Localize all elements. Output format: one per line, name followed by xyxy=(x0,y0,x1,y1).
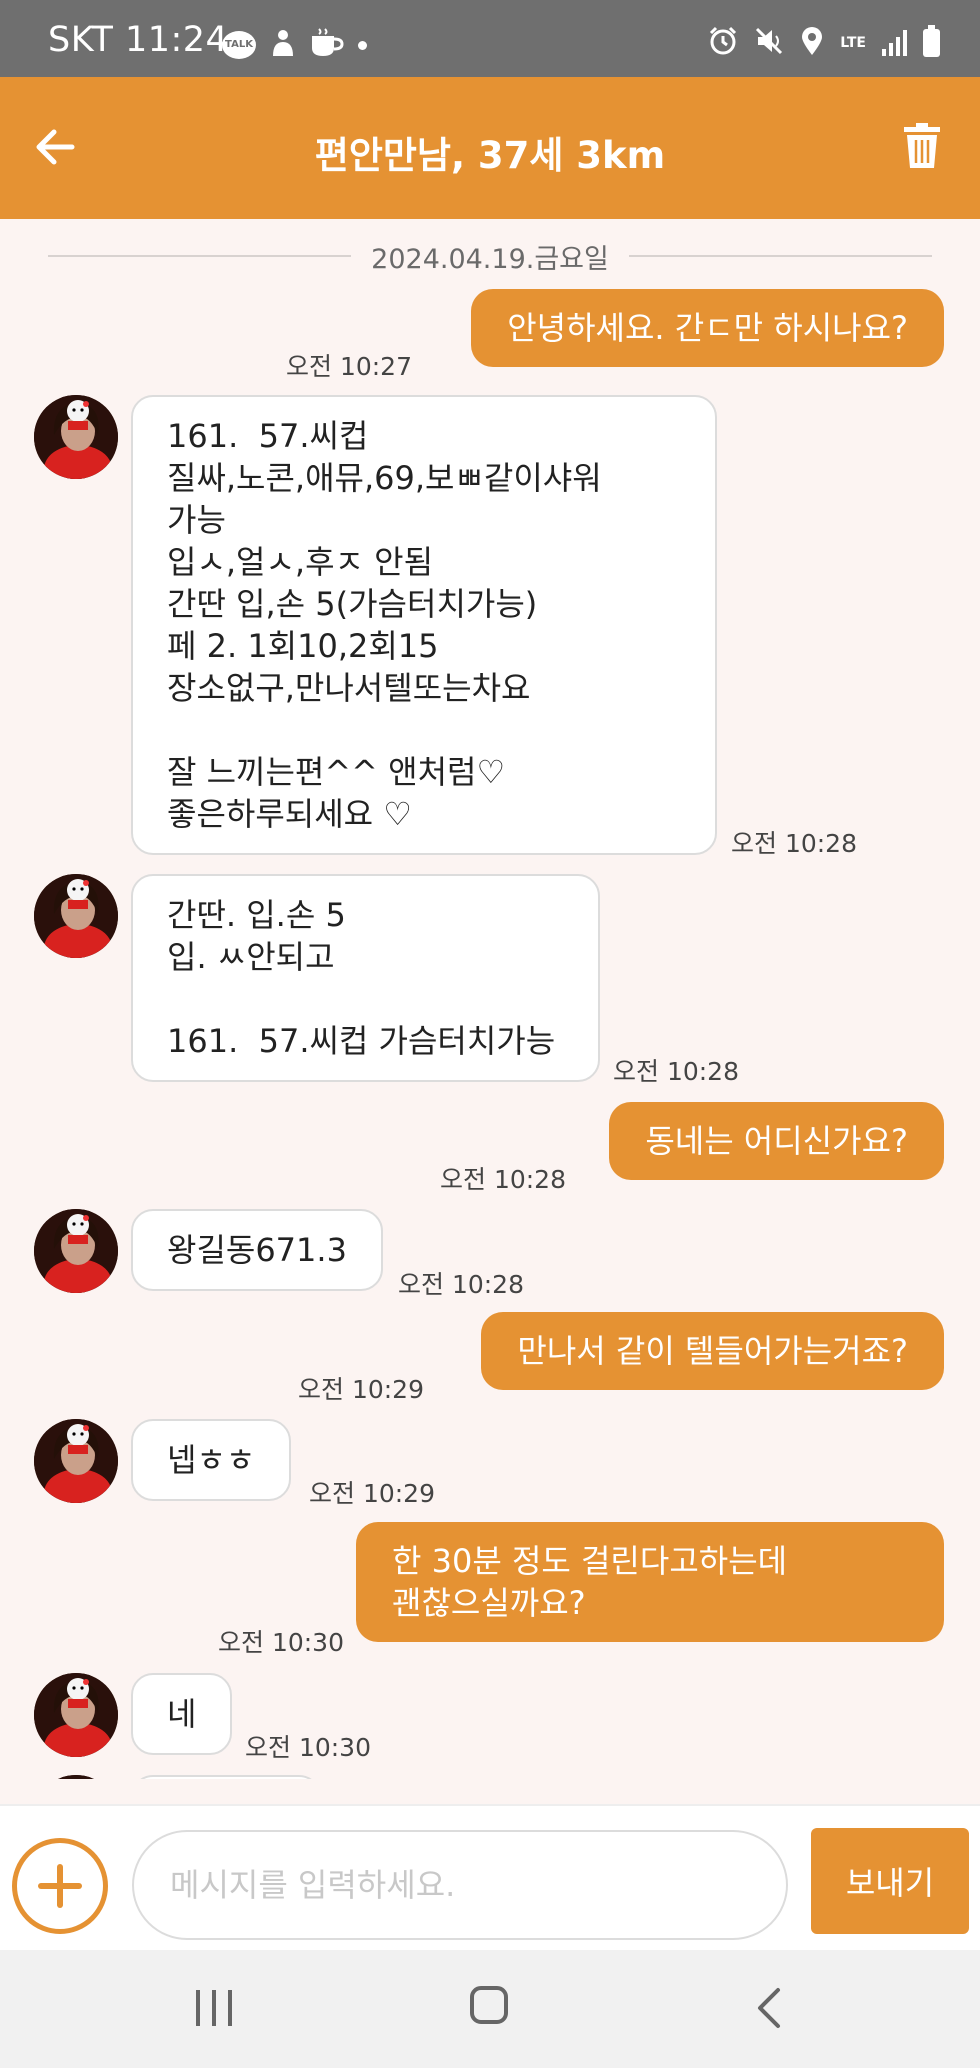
mute-icon xyxy=(754,26,784,60)
date-label: 2024.04.19.금요일 xyxy=(371,243,609,275)
received-message[interactable]: 간딴. 입.손 5 입. ㅆ안되고 161. 57.씨컵 가슴터치가능 xyxy=(131,874,600,1082)
divider xyxy=(628,255,933,257)
alarm-icon xyxy=(708,26,738,60)
nav-back-button[interactable] xyxy=(750,1986,790,2030)
avatar[interactable] xyxy=(34,395,118,479)
message-time: 오전 10:28 xyxy=(398,1270,524,1299)
status-bar: SKT 11:24 TALK LTE xyxy=(0,0,980,77)
person-icon xyxy=(270,28,296,62)
system-nav-bar xyxy=(0,1950,980,2068)
message-input[interactable] xyxy=(132,1830,788,1940)
sent-message[interactable]: 만나서 같이 텔들어가는거죠? xyxy=(481,1312,944,1390)
attach-button[interactable] xyxy=(12,1838,108,1934)
coffee-icon xyxy=(310,28,344,62)
message-time: 오전 10:28 xyxy=(440,1165,566,1194)
delete-chat-button[interactable] xyxy=(902,123,942,169)
message-composer: 보내기 xyxy=(0,1804,980,1950)
message-time: 오전 10:30 xyxy=(218,1628,344,1657)
back-icon xyxy=(758,1988,780,2028)
sent-message[interactable]: 동네는 어디신가요? xyxy=(609,1102,944,1180)
message-list[interactable]: 2024.04.19.금요일 안녕하세요. 간ㄷ만 하시나요? 오전 10:27… xyxy=(0,219,980,1779)
system-icons: LTE xyxy=(708,25,940,60)
battery-icon xyxy=(923,25,940,57)
kakaotalk-icon: TALK xyxy=(222,31,256,59)
avatar[interactable] xyxy=(34,1419,118,1503)
sent-message[interactable]: 한 30분 정도 걸린다고하는데 괜찮으실까요? xyxy=(356,1522,944,1642)
trash-icon xyxy=(904,123,940,168)
recent-apps-button[interactable] xyxy=(196,1990,234,2026)
lte-indicator: LTE xyxy=(840,35,866,51)
message-time: 오전 10:29 xyxy=(298,1375,424,1404)
more-notifications-dot xyxy=(358,40,367,50)
signal-icon xyxy=(882,30,907,56)
received-message[interactable]: 161. 57.씨컵 질싸,노콘,애뮤,69,보ㅃ같이샤워 가능 입ㅅ,얼ㅅ,후… xyxy=(131,395,717,855)
notification-icons: TALK xyxy=(222,28,367,62)
received-message[interactable]: 왕길동671.3 xyxy=(131,1209,383,1291)
avatar[interactable] xyxy=(34,874,118,958)
send-button[interactable]: 보내기 xyxy=(811,1828,969,1934)
message-time: 오전 10:29 xyxy=(309,1479,435,1508)
avatar[interactable] xyxy=(34,1775,118,1779)
avatar[interactable] xyxy=(34,1673,118,1757)
avatar[interactable] xyxy=(34,1209,118,1293)
chat-partner-title: 편안만남, 37세 3km xyxy=(314,134,666,177)
home-button[interactable] xyxy=(470,1986,508,2024)
received-message[interactable]: 네 xyxy=(131,1673,233,1755)
status-time: SKT 11:24 xyxy=(48,20,229,60)
date-separator: 2024.04.19.금요일 xyxy=(48,236,933,276)
message-time: 오전 10:30 xyxy=(245,1733,371,1762)
location-icon xyxy=(800,26,824,60)
divider xyxy=(48,255,352,257)
chat-header: 편안만남, 37세 3km xyxy=(0,77,980,219)
received-message-partial[interactable] xyxy=(131,1775,321,1779)
message-time: 오전 10:28 xyxy=(613,1057,739,1086)
received-message[interactable]: 넵ㅎㅎ xyxy=(131,1419,292,1501)
message-time: 오전 10:28 xyxy=(731,829,857,858)
sent-message[interactable]: 안녕하세요. 간ㄷ만 하시나요? xyxy=(471,289,944,367)
message-time: 오전 10:27 xyxy=(286,352,412,381)
